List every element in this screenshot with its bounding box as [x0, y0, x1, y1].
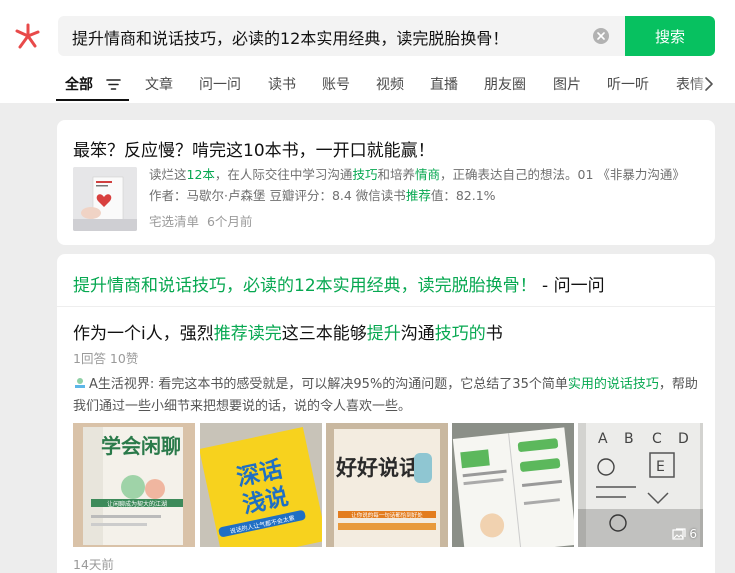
svg-text:D: D: [678, 431, 689, 447]
book-cover-shenhua-qianshuo-image[interactable]: 深话 浅说 说话的人让气都不会太累: [200, 423, 322, 547]
chevron-right-icon[interactable]: [704, 76, 714, 92]
result-meta: 宅选清单 6个月前: [149, 211, 252, 230]
cover-title-1: 学会闲聊: [101, 434, 181, 458]
category-tabs: 全部 文章 问一问 读书 账号 视频 直播 朋友圈 图片 听一听 表情: [0, 68, 735, 102]
tab-live[interactable]: 直播: [430, 74, 458, 94]
book-cover-xuehui-xianliao-image[interactable]: 学会闲聊 让闲聊成为契大的江湖: [73, 423, 195, 547]
ask-card-source: - 问一问: [536, 276, 605, 296]
filter-icon[interactable]: [106, 78, 121, 91]
result-time: 6个月前: [206, 214, 253, 229]
images-icon: [672, 528, 686, 540]
book-page-green-illustration-image[interactable]: [452, 423, 574, 547]
ask-card-header[interactable]: 提升情商和说话技巧，必读的12本实用经典，读完脱胎换骨！ - 问一问: [73, 271, 605, 296]
photo-count-badge: 6: [672, 527, 697, 541]
result-summary: 读烂这12本，在人际交往中学习沟通技巧和培养情商，正确表达自己的想法。01 《非…: [149, 167, 685, 203]
tab-moments[interactable]: 朋友圈: [484, 74, 526, 94]
book-page-abc-sketch-image[interactable]: A B C D E 6: [578, 423, 703, 547]
result-source[interactable]: 宅选清单: [149, 214, 199, 229]
tab-videos[interactable]: 视频: [376, 74, 404, 94]
answerer-avatar-icon: [75, 378, 85, 388]
clear-search-button[interactable]: [593, 28, 609, 44]
search-input[interactable]: 提升情商和说话技巧，必读的12本实用经典，读完脱胎换骨！: [58, 16, 625, 56]
result-time: 14天前: [73, 557, 114, 572]
result-title[interactable]: 最笨？反应慢？啃完这10本书，一开口就能赢！: [73, 136, 435, 161]
svg-text:C: C: [652, 431, 662, 447]
search-query-text: 提升情商和说话技巧，必读的12本实用经典，读完脱胎换骨！: [72, 29, 509, 48]
tab-articles[interactable]: 文章: [145, 74, 173, 94]
tab-ask[interactable]: 问一问: [199, 74, 241, 94]
svg-text:E: E: [656, 459, 665, 475]
svg-text:B: B: [624, 431, 634, 447]
top-bar: 提升情商和说话技巧，必读的12本实用经典，读完脱胎换骨！ 搜索 全部 文章 问一…: [0, 0, 735, 103]
tab-reading[interactable]: 读书: [268, 74, 296, 94]
book-cover-haohao-shuohua-image[interactable]: 好好说话 让你说的每一句话都恰到好处: [326, 423, 448, 547]
cover-sub-1: 让闲聊成为契大的江湖: [107, 500, 167, 508]
tab-all[interactable]: 全部: [65, 74, 93, 94]
search-button[interactable]: 搜索: [625, 16, 715, 56]
close-icon: [597, 32, 605, 40]
search-logo-icon: [15, 23, 40, 49]
question-stats: 1回答 10赞: [73, 351, 139, 366]
article-thumbnail: [73, 167, 137, 231]
svg-text:A: A: [598, 431, 608, 447]
answer-excerpt[interactable]: A生活视界: 看完这本书的感受就是，可以解决95%的沟通问题，它总结了35个简单…: [73, 374, 703, 418]
tab-listen[interactable]: 听一听: [607, 74, 649, 94]
tab-images[interactable]: 图片: [553, 74, 581, 94]
divider: [57, 306, 715, 307]
photo-strip: 学会闲聊 让闲聊成为契大的江湖 深话 浅说 说话的人让气都不会太累 好好说话 让…: [73, 423, 703, 547]
tab-accounts[interactable]: 账号: [322, 74, 350, 94]
result-card-article[interactable]: 最笨？反应慢？啃完这10本书，一开口就能赢！ 读烂这12本，在人际交往中学习沟通…: [57, 120, 715, 245]
ask-card-title: 提升情商和说话技巧，必读的12本实用经典，读完脱胎换骨！: [73, 276, 537, 296]
active-tab-indicator: [56, 99, 129, 101]
question-title[interactable]: 作为一个i人，强烈推荐读完这三本能够提升沟通技巧的书: [73, 319, 503, 344]
cover-title-3: 好好说话: [335, 456, 420, 480]
cover-sub-3: 让你说的每一句话都恰到好处: [351, 511, 423, 519]
result-card-ask: 提升情商和说话技巧，必读的12本实用经典，读完脱胎换骨！ - 问一问 作为一个i…: [57, 254, 715, 573]
